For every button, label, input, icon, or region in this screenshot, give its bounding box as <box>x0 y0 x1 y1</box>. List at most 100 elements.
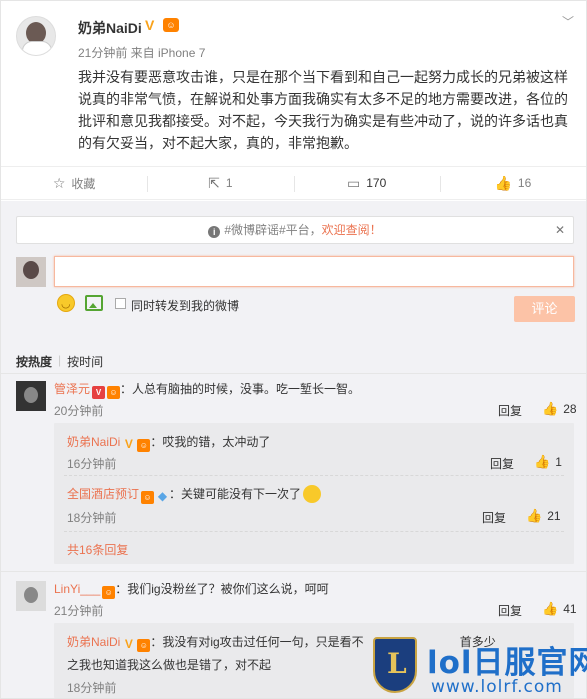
divider <box>1 373 586 374</box>
forward-checkbox-label: 同时转发到我的微博 <box>131 299 240 313</box>
reply-time: 18分钟前 <box>67 681 117 695</box>
rumor-notice: i #微博辟谣#平台，欢迎查阅！ ✕ <box>16 216 574 244</box>
action-bar: ☆ 收藏 ⇱ 1 ▭ 170 👍 16 <box>1 166 586 200</box>
my-avatar-face <box>23 261 39 279</box>
reply-like-button[interactable]: 👍 21 <box>526 508 561 524</box>
weibo-post-card: 奶弟NaiDi V ☺ 21分钟前 来自 iPhone 7 ﹀ 我并没有要恶意攻… <box>0 0 587 699</box>
forward-count: 1 <box>225 176 233 190</box>
commenter-avatar[interactable] <box>16 581 46 611</box>
comment-like-button[interactable]: 👍 41 <box>542 601 577 617</box>
watermark-title: lol日服官网 <box>427 645 587 681</box>
forward-checkbox[interactable] <box>115 298 126 309</box>
divider <box>64 475 564 476</box>
info-icon: i <box>208 226 221 238</box>
reply-text-continued: 之我也知道我这么做也是错了，对不起 <box>67 658 272 672</box>
thumbs-up-icon: 👍 <box>542 601 559 616</box>
notice-link[interactable]: 欢迎查阅！ <box>322 223 382 237</box>
verified-icon: V <box>92 386 106 399</box>
commenter-avatar-face <box>24 387 38 403</box>
forward-button[interactable]: ⇱ 1 <box>147 167 293 199</box>
post-meta: 21分钟前 来自 iPhone 7 <box>78 46 206 60</box>
emoji-icon[interactable] <box>57 294 75 312</box>
verified-icon: V <box>124 637 133 651</box>
author-avatar[interactable] <box>16 16 56 56</box>
level-icon: ☺ <box>107 386 121 399</box>
level-icon: ☺ <box>137 639 151 652</box>
chevron-down-icon[interactable]: ﹀ <box>562 13 574 30</box>
star-icon: ☆ <box>52 174 66 191</box>
avatar-shirt <box>22 41 52 55</box>
thumbs-up-icon: 👍 <box>534 454 551 469</box>
comment-text: ：人总有脑抽的时候，没事。吃一堑长一智。 <box>120 382 361 396</box>
commenter-avatar[interactable] <box>16 381 46 411</box>
favorite-button[interactable]: ☆ 收藏 <box>1 167 147 199</box>
verified-icon: V <box>124 437 133 451</box>
commenter-avatar-face <box>24 587 38 603</box>
reply-like-count: 1 <box>555 455 562 469</box>
comment-area: i#微博辟谣#平台，欢迎查阅！ ✕ 同时转发到我的微博 评论 按热度 | 按时间… <box>1 201 586 698</box>
reply-thread: 奶弟NaiDi V ☺ ：哎我的错，太冲动了 16分钟前 回复 👍 1 全国酒店预订 ☺ ◆… <box>54 423 574 564</box>
author-name[interactable]: 奶弟NaiDi <box>78 18 142 38</box>
level-icon: ☺ <box>137 439 151 452</box>
lol-logo-icon <box>373 637 417 693</box>
divider <box>1 571 586 572</box>
comment-line: LinYi___ ☺ ：我们ig没粉丝了？被你们这么说，呵呵 <box>54 580 329 599</box>
watermark-url: www.lolrf.com <box>431 677 563 697</box>
comment-text: ：我们ig没粉丝了？被你们这么说，呵呵 <box>115 582 329 596</box>
reply-like-button[interactable]: 👍 1 <box>534 454 562 470</box>
reply-author-name[interactable]: 奶弟NaiDi <box>67 635 120 649</box>
reply-author-name[interactable]: 全国酒店预订 <box>67 487 139 501</box>
sort-divider: | <box>58 353 62 367</box>
favorite-label: 收藏 <box>71 176 96 191</box>
image-icon[interactable] <box>85 295 103 311</box>
sort-bar: 按热度 | 按时间 <box>16 353 103 370</box>
more-replies-link[interactable]: 共16条回复 <box>67 541 128 558</box>
comment-input[interactable] <box>54 256 574 287</box>
submit-comment-button[interactable]: 评论 <box>514 296 575 322</box>
reply-button[interactable]: 回复 <box>498 602 522 619</box>
close-icon[interactable]: ✕ <box>555 217 565 243</box>
level-icon: ☺ <box>163 18 179 32</box>
commenter-name[interactable]: 管泽元 <box>54 382 90 396</box>
verified-icon: V <box>145 17 155 33</box>
level-icon: ☺ <box>141 491 155 504</box>
post-text: 我并没有要恶意攻击谁，只是在那个当下看到和自己一起努力成长的兄弟被这样说真的非常… <box>78 69 568 151</box>
notice-text: #微博辟谣#平台， <box>224 223 322 237</box>
sort-by-time[interactable]: 按时间 <box>67 353 103 370</box>
sad-face-icon <box>303 485 322 503</box>
author-badges: V ☺ <box>145 18 179 32</box>
comment-time: 20分钟前 <box>54 404 104 418</box>
reply-line: 全国酒店预订 ☺ ◆ ：关键可能没有下一次了 <box>67 485 322 504</box>
reply-like-count: 21 <box>547 509 561 523</box>
thumbs-up-icon: 👍 <box>542 401 559 416</box>
reply-text: ：关键可能没有下一次了 <box>169 487 302 501</box>
reply-button[interactable]: 回复 <box>498 402 522 419</box>
level-icon: ☺ <box>102 586 116 599</box>
reply-time: 18分钟前 <box>67 511 117 525</box>
comment-like-button[interactable]: 👍 28 <box>542 401 577 417</box>
reply-text: ：我没有对ig攻击过任何一句，只是看不 <box>150 635 364 649</box>
sort-by-hot[interactable]: 按热度 <box>16 353 52 370</box>
commenter-name[interactable]: LinYi___ <box>54 582 100 596</box>
like-button[interactable]: 👍 16 <box>439 167 586 199</box>
reply-author-name[interactable]: 奶弟NaiDi <box>67 435 120 449</box>
divider <box>64 531 564 532</box>
site-watermark: lol日服官网 www.lolrf.com <box>369 637 587 699</box>
comment-count: 170 <box>366 176 387 190</box>
reply-time: 16分钟前 <box>67 457 117 471</box>
comment-time: 21分钟前 <box>54 604 104 618</box>
thumbs-up-icon: 👍 <box>494 174 512 191</box>
reply-button[interactable]: 回复 <box>490 455 514 472</box>
forward-icon: ⇱ <box>208 174 220 191</box>
reply-button[interactable]: 回复 <box>482 509 506 526</box>
reply-line: 奶弟NaiDi V ☺ ：哎我的错，太冲动了 <box>67 433 270 452</box>
my-avatar <box>16 257 46 287</box>
comment-icon: ▭ <box>346 174 361 191</box>
like-count: 16 <box>517 176 532 190</box>
gem-icon: ◆ <box>157 489 168 503</box>
reply-text: ：哎我的错，太冲动了 <box>150 435 271 449</box>
comment-like-count: 41 <box>563 602 577 616</box>
thumbs-up-icon: 👍 <box>526 508 543 523</box>
comment-button[interactable]: ▭ 170 <box>293 167 440 199</box>
comment-like-count: 28 <box>563 402 577 416</box>
